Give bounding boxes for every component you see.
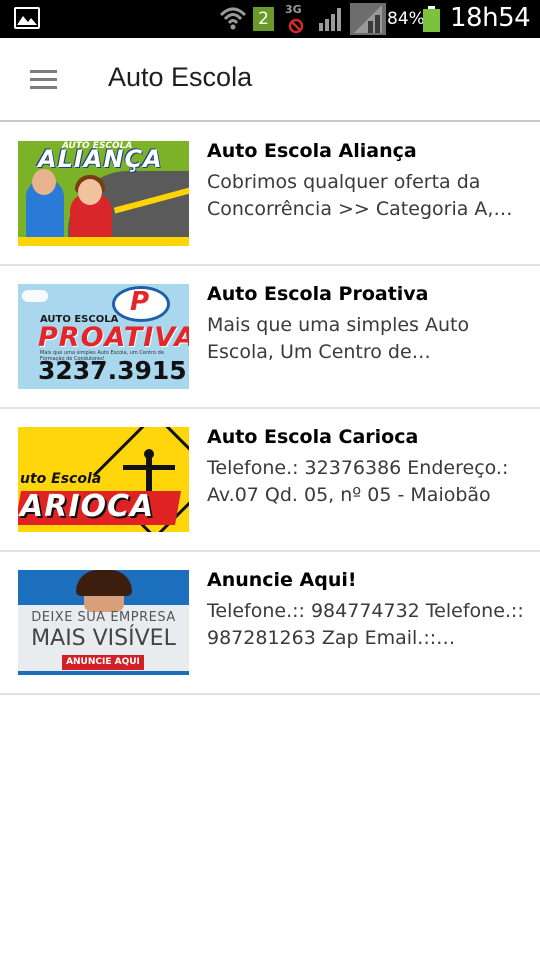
clock: 18h54 bbox=[450, 3, 531, 33]
listing-title: Auto Escola Carioca bbox=[207, 426, 419, 448]
network-type-label: 3G bbox=[285, 3, 302, 16]
list-item-alianca[interactable]: AUTO ESCOLA ALIANÇA Auto Escola Aliança … bbox=[0, 123, 540, 266]
image-brand: ARIOCA bbox=[20, 489, 155, 524]
listing-image-alianca: AUTO ESCOLA ALIANÇA bbox=[18, 141, 189, 246]
listing-description: Cobrimos qualquer oferta da Concorrência… bbox=[207, 171, 507, 220]
image-brand: PROATIVA bbox=[38, 322, 189, 353]
signal-icon bbox=[319, 8, 341, 31]
listing-description: Telefone.: 32376386 Endereço.: Av.07 Qd.… bbox=[207, 457, 509, 506]
network-indicator: 3G bbox=[284, 3, 308, 35]
listing-image-anuncie: DEIXE SUA EMPRESA MAIS VISÍVEL ANUNCIE A… bbox=[18, 570, 189, 675]
image-phone: 3237.3915 bbox=[38, 356, 187, 385]
listing-title: Auto Escola Aliança bbox=[207, 140, 417, 162]
hamburger-menu-icon[interactable] bbox=[30, 70, 57, 90]
sim-icon: 2 bbox=[253, 7, 274, 31]
listing-image-proativa: P AUTO ESCOLA PROATIVA Mais que uma simp… bbox=[18, 284, 189, 389]
app-toolbar: Auto Escola bbox=[0, 38, 540, 122]
listing-list: AUTO ESCOLA ALIANÇA Auto Escola Aliança … bbox=[0, 123, 540, 695]
listing-title: Auto Escola Proativa bbox=[207, 283, 429, 305]
image-cta: ANUNCIE AQUI bbox=[62, 655, 144, 670]
image-brand: ALIANÇA bbox=[38, 145, 163, 173]
list-item-carioca[interactable]: uto Escola ARIOCA Auto Escola Carioca Te… bbox=[0, 409, 540, 552]
image-logo: P bbox=[130, 287, 150, 317]
image-subheadline: MAIS VISÍVEL bbox=[31, 626, 176, 651]
listing-description: Mais que uma simples Auto Escola, Um Cen… bbox=[207, 314, 470, 363]
list-item-anuncie[interactable]: DEIXE SUA EMPRESA MAIS VISÍVEL ANUNCIE A… bbox=[0, 552, 540, 695]
image-brand-small: uto Escola bbox=[20, 471, 102, 487]
listing-description: Telefone.:: 984774732 Telefone.:: 987281… bbox=[207, 600, 524, 649]
battery-percent: 84% bbox=[387, 9, 425, 29]
list-item-proativa[interactable]: P AUTO ESCOLA PROATIVA Mais que uma simp… bbox=[0, 266, 540, 409]
battery-icon bbox=[423, 6, 440, 32]
image-headline: DEIXE SUA EMPRESA bbox=[31, 610, 176, 625]
status-bar: 2 3G 84% 18h54 bbox=[0, 0, 540, 38]
page-title: Auto Escola bbox=[108, 62, 253, 92]
signal-icon-roaming bbox=[350, 3, 386, 35]
listing-title: Anuncie Aqui! bbox=[207, 569, 357, 591]
gallery-icon bbox=[14, 7, 40, 29]
wifi-icon bbox=[219, 7, 247, 30]
listing-image-carioca: uto Escola ARIOCA bbox=[18, 427, 189, 532]
no-data-icon bbox=[288, 18, 304, 34]
